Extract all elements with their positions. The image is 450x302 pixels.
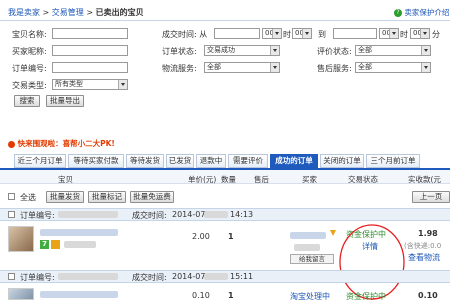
breadcrumb-home[interactable]: 我是卖家	[8, 8, 40, 17]
order-no-label: 订单编号:	[12, 64, 47, 73]
promo-banner[interactable]: 快来围观啦：喜帮小二大PK!	[8, 138, 115, 149]
product-title[interactable]	[40, 291, 118, 298]
paid-amount: 0.10	[418, 291, 438, 300]
product-thumbnail[interactable]	[8, 226, 34, 252]
item-price: 0.10	[192, 291, 210, 300]
order-no-label: 订单编号:	[20, 273, 55, 282]
deal-time-value: 2014-07	[172, 210, 206, 219]
tab-awaiting-payment[interactable]: 等待买家付款	[68, 154, 124, 168]
tab-recent-three-months[interactable]: 近三个月订单	[14, 154, 66, 168]
export-button[interactable]: 批量导出	[46, 95, 84, 107]
select-all-label: 全选	[20, 193, 36, 202]
deal-time-to-minute[interactable]: 00	[410, 28, 430, 39]
order-no-value	[58, 211, 118, 218]
deal-time-suffix: 14:13	[230, 210, 254, 219]
buyer-rating	[294, 244, 320, 251]
bulk-ship-button[interactable]: 批量发货	[46, 191, 84, 203]
trade-type-label: 交易类型:	[12, 81, 47, 90]
header-price: 单价(元)	[188, 175, 217, 184]
product-thumbnail[interactable]	[8, 288, 34, 300]
message-button[interactable]: 给我留言	[290, 254, 334, 264]
breadcrumb-sep: >	[86, 8, 94, 17]
buyer-nick-input[interactable]	[52, 45, 128, 56]
header-divider	[0, 20, 450, 21]
deal-time-blur	[204, 273, 228, 280]
tab-successful-orders[interactable]: 成功的订单	[270, 154, 318, 168]
deal-time-from-hour[interactable]: 00	[262, 28, 282, 39]
deal-time-label: 成交时间:	[132, 273, 167, 282]
deal-time-from-date[interactable]	[214, 28, 260, 39]
trade-type-select[interactable]: 所有类型	[52, 79, 128, 90]
guarantee-icon	[51, 240, 60, 249]
annotation-ellipse	[339, 224, 405, 300]
header-qty: 数量	[221, 175, 236, 184]
header-buyer: 买家	[302, 175, 317, 184]
header-status: 交易状态	[348, 175, 378, 184]
item-price: 2.00	[192, 232, 210, 241]
review-status-label: 评价状态:	[317, 47, 352, 56]
item-qty: 1	[228, 291, 234, 300]
order-status-label: 订单状态:	[162, 47, 197, 56]
deal-time-to-hour[interactable]: 00	[379, 28, 399, 39]
baby-name-label: 宝贝名称:	[12, 30, 47, 39]
deal-time-value: 2014-07	[172, 272, 206, 281]
tab-shipped[interactable]: 已发货	[166, 154, 194, 168]
minute-unit-label: 分	[432, 30, 440, 39]
order-status-select[interactable]: 交易成功	[204, 45, 280, 56]
header-aftersale: 售后	[254, 175, 269, 184]
help-link[interactable]: ? 卖家保护介绍	[394, 7, 449, 18]
prev-page-button[interactable]: 上一页	[412, 191, 450, 203]
buyer-name[interactable]: 淘宝处理中	[290, 291, 330, 302]
tab-closed-orders[interactable]: 关闭的订单	[320, 154, 364, 168]
logistics-select[interactable]: 全部	[204, 62, 280, 73]
buyer-name[interactable]	[290, 232, 326, 239]
order-no-value	[58, 273, 118, 280]
order-status: 资金保护中	[346, 292, 386, 301]
search-button[interactable]: 搜索	[14, 95, 40, 107]
hour-unit-label: 时	[400, 30, 408, 39]
order-checkbox[interactable]	[8, 211, 15, 218]
to-label: 到	[318, 30, 326, 39]
aftersale-select[interactable]: 全部	[355, 62, 431, 73]
order-no-label: 订单编号:	[20, 211, 55, 220]
deal-time-blur	[204, 211, 228, 218]
tab-need-review[interactable]: 需要评价	[228, 154, 268, 168]
header-paid: 实收款(元	[408, 175, 441, 184]
bulk-mark-button[interactable]: 批量标记	[88, 191, 126, 203]
bulk-free-ship-button[interactable]: 批量免运费	[130, 191, 174, 203]
order-checkbox[interactable]	[8, 273, 15, 280]
deal-time-from-minute[interactable]: 00	[292, 28, 312, 39]
breadcrumb: 我是卖家 > 交易管理 > 已卖出的宝贝	[8, 7, 144, 18]
view-logistics-link[interactable]: 查看物流	[408, 252, 440, 263]
breadcrumb-section[interactable]: 交易管理	[52, 8, 84, 17]
header-baby: 宝贝	[58, 175, 73, 184]
deal-time-label: 成交时间:	[132, 211, 167, 220]
deal-time-label: 成交时间: 从	[162, 30, 208, 39]
hour-unit-label: 时	[283, 30, 291, 39]
promo-icon	[8, 140, 15, 148]
review-status-select[interactable]: 全部	[355, 45, 431, 56]
deal-time-to-date[interactable]	[333, 28, 377, 39]
help-icon: ?	[394, 9, 402, 17]
aftersale-label: 售后服务:	[317, 64, 352, 73]
buyer-nick-label: 买家昵称:	[12, 47, 47, 56]
product-title[interactable]	[40, 229, 118, 236]
badge-icon: 7	[40, 240, 49, 249]
tab-awaiting-shipment[interactable]: 等待发货	[126, 154, 164, 168]
deal-time-suffix: 15:11	[230, 272, 254, 281]
item-qty: 1	[228, 232, 234, 241]
breadcrumb-sep: >	[42, 8, 50, 17]
logistics-label: 物流服务:	[162, 64, 197, 73]
product-sku	[64, 241, 96, 248]
paid-amount: 1.98	[418, 229, 438, 238]
tab-older-orders[interactable]: 三个月前订单	[366, 154, 420, 168]
select-all-checkbox[interactable]	[8, 193, 15, 200]
baby-name-input[interactable]	[52, 28, 128, 39]
breadcrumb-current: 已卖出的宝贝	[95, 8, 144, 17]
order-no-input[interactable]	[52, 62, 128, 73]
tab-refunding[interactable]: 退款中	[196, 154, 226, 168]
